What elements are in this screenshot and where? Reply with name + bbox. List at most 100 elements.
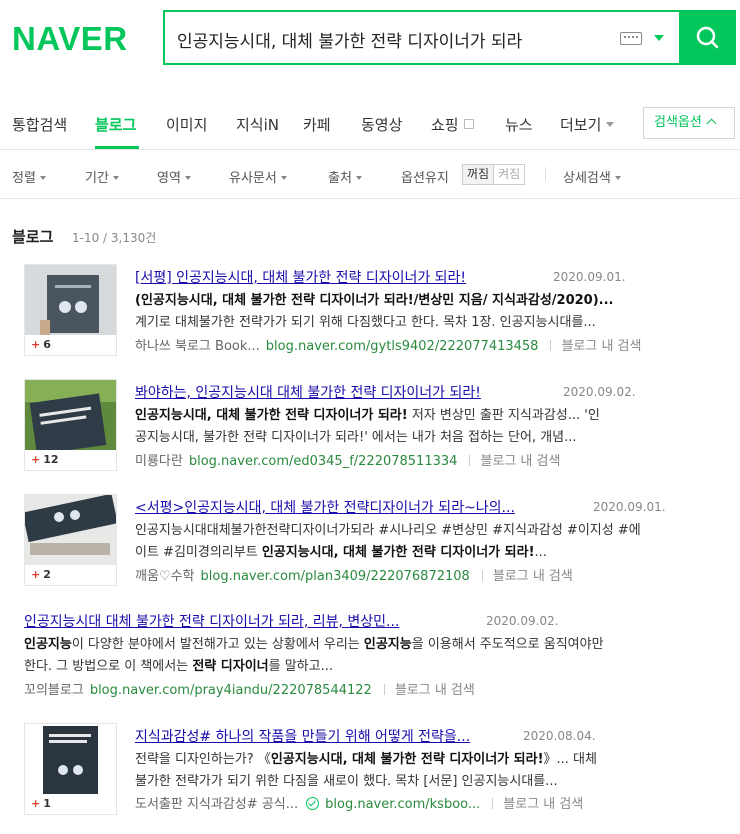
result-snippet-line2: 한다. 그 방법으로 이 책에서는 전략 디자이너를 말하고... — [24, 656, 333, 678]
search-in-blog-link[interactable]: 블로그 내 검색 — [503, 797, 583, 812]
filter-sort-label: 정렬 — [12, 171, 36, 186]
keyboard-icon[interactable] — [620, 32, 642, 45]
image-count-value: 1 — [43, 797, 51, 810]
snippet-text: ... — [534, 545, 547, 560]
tab-integrated[interactable]: 통합검색 — [12, 114, 67, 135]
thumbnail-image — [25, 495, 116, 565]
image-count: +1 — [25, 794, 116, 814]
search-in-blog-link[interactable]: 블로그 내 검색 — [395, 683, 475, 698]
chevron-down-icon — [355, 176, 362, 180]
chevron-down-icon[interactable] — [654, 35, 664, 41]
snippet-text: 이 다양한 분야에서 발전해가고 있는 상황에서 우리는 — [71, 637, 364, 652]
snippet-highlight: 인공지능 — [363, 637, 412, 652]
result-snippet-line1: 인공지능시대, 대체 불가한 전략 디자이너가 되라! 저자 변상민 출판 지식… — [135, 405, 600, 427]
result-thumbnail[interactable]: +2 — [24, 494, 117, 586]
search-options-button[interactable]: 검색옵션 — [643, 107, 735, 139]
toggle-on[interactable]: 켜짐 — [494, 165, 524, 184]
result-date: 2020.09.02. — [563, 385, 636, 399]
snippet-highlight: 인공지능 — [24, 637, 72, 652]
result-title[interactable]: [서평] 인공지능시대, 대체 불가한 전략 디자이너가 되라! — [135, 267, 466, 287]
result-count: 1-10 / 3,130건 — [72, 231, 157, 245]
filter-sort[interactable]: 정렬 — [12, 167, 46, 186]
result-snippet-line1: (인공지능시대, 대체 불가한 전략 디자이너가 되라!/변상민 지음/ 지식과… — [135, 290, 613, 312]
result-title[interactable]: 인공지능시대 대체 불가한 전략 디자이너가 되라, 리뷰, 변상민... — [24, 611, 399, 631]
snippet-text: (인공지능시대, 대체 불가한 전략 디자이너가 되라!/변상민 지음/ 지식과… — [135, 293, 614, 308]
result-thumbnail[interactable]: +12 — [24, 379, 117, 471]
blog-name[interactable]: 도서출판 지식과감성# 공식... — [135, 797, 298, 812]
filter-area[interactable]: 영역 — [157, 167, 191, 186]
result-meta: 미룡다란 blog.naver.com/ed0345_f/222078511334… — [135, 450, 560, 469]
search-input[interactable]: 인공지능시대, 대체 불가한 전략 디자이너가 되라 — [177, 27, 617, 52]
result-meta: 도서출판 지식과감성# 공식... blog.naver.com/ksboo...… — [135, 793, 583, 812]
chevron-down-icon — [112, 176, 119, 180]
search-in-blog-link[interactable]: 블로그 내 검색 — [480, 454, 560, 469]
blog-name[interactable]: 깨움♡수학 — [135, 569, 195, 584]
result-snippet-line2: 불가한 전략가가 되기 위한 다짐을 새로이 했다. 목차 [서문] 인공지능시… — [135, 774, 558, 789]
image-count: +12 — [25, 450, 116, 470]
snippet-highlight: 인공지능시대, 대체 불가한 전략 디자이너가 되라! — [261, 545, 535, 560]
blog-url[interactable]: blog.naver.com/ed0345_f/222078511334 — [189, 454, 458, 469]
blog-url[interactable]: blog.naver.com/plan3409/222076872108 — [201, 569, 470, 584]
result-snippet-line1: 인공지능시대대체불가한전략디자이너가되라 #시나리오 #변상민 #지식과감성 #… — [135, 523, 641, 538]
search-box[interactable]: 인공지능시대, 대체 불가한 전략 디자이너가 되라 — [163, 10, 681, 65]
tab-kin[interactable]: 지식iN — [236, 114, 279, 135]
snippet-text: 저자 변상민 출판 지식과감성... '인 — [407, 408, 600, 423]
search-button[interactable] — [679, 10, 736, 65]
section-title: 블로그 — [12, 228, 54, 246]
result-snippet-line1: 인공지능이 다양한 분야에서 발전해가고 있는 상황에서 우리는 인공지능을 이… — [24, 634, 604, 656]
image-count: +2 — [25, 565, 116, 585]
result-title[interactable]: 봐야하는, 인공지능시대 대체 불가한 전략 디자이너가 되라! — [135, 382, 481, 402]
blog-url[interactable]: blog.naver.com/ksboo... — [325, 797, 480, 812]
chevron-up-icon — [706, 118, 717, 129]
blog-url[interactable]: blog.naver.com/gytls9402/222077413458 — [266, 339, 539, 354]
tab-shopping-label: 쇼핑 — [431, 116, 459, 134]
tab-cafe[interactable]: 카페 — [303, 114, 331, 135]
search-in-blog-link[interactable]: 블로그 내 검색 — [561, 339, 641, 354]
blog-name[interactable]: 하나쓰 북로그 Book... — [135, 339, 260, 354]
tab-shopping[interactable]: 쇼핑 — [431, 114, 474, 135]
result-title[interactable]: <서평>인공지능시대, 대체 불가한 전략디자이너가 되라~나의... — [135, 497, 515, 517]
snippet-highlight: 전략 디자이너 — [192, 659, 269, 674]
naver-logo[interactable]: NAVER — [12, 20, 128, 58]
snippet-text: 한다. 그 방법으로 이 책에서는 — [24, 659, 193, 674]
toggle-off[interactable]: 꺼짐 — [463, 165, 495, 184]
result-snippet-line2: 이트 #김미경의리부트 인공지능시대, 대체 불가한 전략 디자이너가 되라!.… — [135, 542, 547, 564]
result-date: 2020.08.04. — [523, 729, 596, 743]
chevron-down-icon — [39, 176, 46, 180]
filter-period[interactable]: 기간 — [85, 167, 119, 186]
result-meta: 깨움♡수학 blog.naver.com/plan3409/22207687210… — [135, 565, 573, 584]
tab-news[interactable]: 뉴스 — [505, 114, 533, 135]
result-title[interactable]: 지식과감성# 하나의 작품을 만들기 위해 어떻게 전략을... — [135, 726, 470, 746]
chevron-down-icon — [280, 176, 287, 180]
tab-more[interactable]: 더보기 — [560, 114, 615, 135]
filter-similar-docs-label: 유사문서 — [229, 171, 277, 186]
blog-url[interactable]: blog.naver.com/pray4iandu/222078544122 — [90, 683, 372, 698]
search-in-blog-link[interactable]: 블로그 내 검색 — [493, 569, 573, 584]
result-meta: 하나쓰 북로그 Book... blog.naver.com/gytls9402/… — [135, 335, 641, 354]
blog-name[interactable]: 꼬의블로그 — [24, 683, 84, 698]
snippet-text: 》... 대체 — [543, 752, 597, 767]
filter-detailed[interactable]: 상세검색 — [563, 167, 621, 186]
snippet-text: 이트 #김미경의리부트 — [135, 545, 262, 560]
result-thumbnail[interactable]: +1 — [24, 723, 117, 815]
result-thumbnail[interactable]: +6 — [24, 264, 117, 356]
tab-video[interactable]: 동영상 — [361, 114, 402, 135]
header: NAVER 인공지능시대, 대체 불가한 전략 디자이너가 되라 — [0, 0, 740, 78]
thumbnail-image — [25, 380, 116, 450]
search-icon — [696, 26, 719, 49]
snippet-highlight: 인공지능시대, 대체 불가한 전략 디자이너가 되라! — [135, 408, 408, 423]
snippet-text: 전략을 디자인하는가? 《 — [135, 752, 271, 767]
image-count-value: 6 — [43, 338, 51, 351]
snippet-text: 를 말하고... — [268, 659, 333, 674]
search-options-label: 검색옵션 — [654, 115, 702, 130]
filter-similar-docs[interactable]: 유사문서 — [229, 167, 287, 186]
tab-image[interactable]: 이미지 — [166, 114, 207, 135]
blog-name[interactable]: 미룡다란 — [135, 454, 183, 469]
filter-source[interactable]: 출처 — [328, 167, 362, 186]
tab-blog[interactable]: 블로그 — [95, 114, 136, 135]
snippet-text: 을 이용해서 주도적으로 움직여야만 — [411, 637, 604, 652]
result-meta: 꼬의블로그 blog.naver.com/pray4iandu/222078544… — [24, 679, 475, 698]
result-snippet-line2: 계기로 대체불가한 전략가가 되기 위해 다짐했다고 한다. 목차 1장. 인공… — [135, 315, 596, 330]
keep-options-toggle[interactable]: 꺼짐 켜짐 — [462, 164, 526, 185]
chevron-down-icon — [614, 176, 621, 180]
